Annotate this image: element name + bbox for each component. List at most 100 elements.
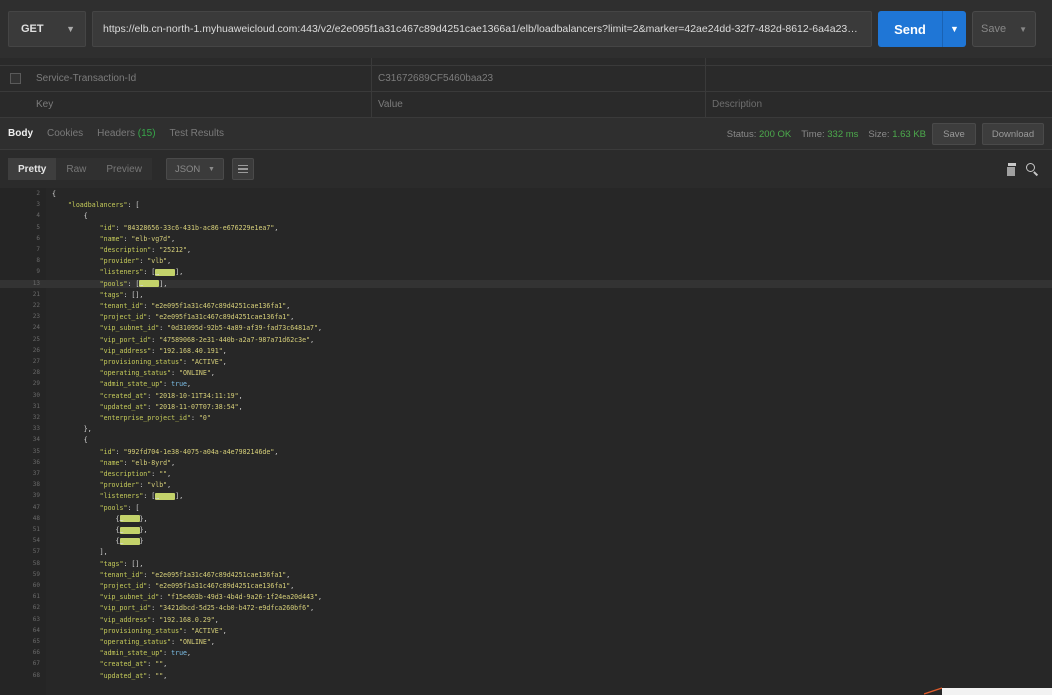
line-number: 35 [32, 447, 40, 455]
code-line: 38 "provider": "vlb", [0, 481, 1052, 489]
line-number: 60 [32, 582, 40, 589]
header-description-cell[interactable] [706, 66, 1052, 91]
line-number: 66 [32, 649, 40, 657]
response-actions [1006, 150, 1038, 188]
code-line: 61 "vip_subnet_id": "f15e603b-49d3-4b4d-… [0, 593, 1052, 601]
tab-body[interactable]: Body [8, 128, 33, 139]
code-line: 65 "operating_status": "ONLINE", [0, 638, 1052, 646]
code-line: 5 "id": "84328656-33c6-431b-ac86-e676229… [0, 224, 1052, 232]
mode-raw[interactable]: Raw [56, 158, 97, 180]
mode-pretty[interactable]: Pretty [8, 158, 57, 180]
save-request-button[interactable]: Save ▼ [972, 11, 1036, 47]
line-number: 67 [32, 660, 40, 668]
download-button[interactable]: Download [982, 123, 1044, 145]
code-text: "listeners": […], [99, 268, 184, 277]
code-text: "admin_state_up": true, [99, 649, 191, 658]
line-number: 28 [32, 369, 40, 377]
code-line: 33 }, [0, 425, 1052, 433]
code-line: 25 "vip_port_id": "47589068-2e31-440b-a2… [0, 336, 1052, 344]
line-number: 29 [32, 380, 40, 388]
tab-headers[interactable]: Headers (15) [97, 128, 155, 139]
chevron-down-icon: ▼ [208, 165, 215, 173]
mode-preview[interactable]: Preview [96, 158, 152, 180]
line-number: 26 [32, 346, 40, 354]
size-value: 1.63 KB [892, 128, 926, 140]
code-line: 62 "vip_port_id": "3421dbcd-5d25-4cb0-b4… [0, 604, 1052, 612]
code-line: 60 "project_id": "e2e095f1a31c467c89d425… [0, 582, 1052, 590]
code-line: 66 "admin_state_up": true, [0, 649, 1052, 657]
code-line: 27 "provisioning_status": "ACTIVE", [0, 358, 1052, 366]
size-label: Size: [868, 128, 890, 140]
scroll-indicator [924, 687, 1052, 695]
code-text: "operating_status": "ONLINE", [99, 369, 215, 378]
code-text: { [52, 190, 56, 198]
header-value-cell[interactable]: C31672689CF5460baa23 [372, 66, 706, 91]
table-row [0, 58, 1052, 66]
row-checkbox[interactable] [0, 66, 30, 91]
code-text: "pools": [ [99, 503, 140, 512]
time-value: 332 ms [827, 128, 859, 140]
code-text: "enterprise_project_id": "0" [99, 414, 211, 422]
line-number: 57 [32, 548, 40, 556]
line-number: 34 [32, 436, 40, 444]
send-label: Send [894, 21, 926, 37]
format-select[interactable]: JSON ▼ [165, 158, 224, 180]
tab-headers-count: (15) [137, 128, 156, 139]
code-line: 34 { [0, 436, 1052, 444]
code-line: 29 "admin_state_up": true, [0, 380, 1052, 388]
response-tabs: Body Cookies Headers (15) Test Results S… [0, 118, 1052, 150]
status-badge: 200 OK [759, 128, 792, 140]
wrap-lines-icon[interactable] [231, 158, 254, 180]
method-select[interactable]: GET ▼ [8, 11, 86, 47]
line-number: 25 [32, 335, 40, 343]
header-key-cell[interactable]: Service-Transaction-Id [30, 66, 372, 91]
code-line: 68 "updated_at": "", [0, 672, 1052, 680]
code-text: "vip_port_id": "3421dbcd-5d25-4cb0-b472-… [99, 604, 315, 613]
line-number: 39 [32, 492, 40, 500]
line-number: 63 [32, 615, 40, 623]
code-line: 23 "project_id": "e2e095f1a31c467c89d425… [0, 313, 1052, 321]
size-readout: Size: 1.63 KB [868, 129, 926, 140]
code-line: 67 "created_at": "", [0, 660, 1052, 668]
line-number: 38 [32, 481, 40, 489]
send-button[interactable]: Send ▼ [878, 11, 966, 47]
code-text: "tenant_id": "e2e095f1a31c467c89d4251cae… [99, 302, 291, 310]
code-text: "id": "992fd704-1e38-4075-a04a-a4e798214… [99, 447, 279, 456]
code-text: "description": "", [99, 470, 172, 478]
code-line: 63 "vip_address": "192.168.0.29", [0, 616, 1052, 624]
line-number: 51 [32, 526, 40, 533]
code-text: { [52, 436, 88, 445]
line-number: 68 [32, 671, 40, 679]
code-line: 6 "name": "elb-vg7d", [0, 235, 1052, 243]
code-text: "created_at": "2018-10-11T34:11:19", [99, 391, 243, 400]
code-text: "operating_status": "ONLINE", [99, 638, 215, 646]
tab-test-results[interactable]: Test Results [170, 128, 224, 139]
code-text: "project_id": "e2e095f1a31c467c89d4251ca… [99, 582, 295, 590]
code-text: ], [52, 548, 108, 557]
save-response-button[interactable]: Save [932, 123, 976, 145]
line-number: 59 [32, 570, 40, 578]
line-number: 65 [32, 638, 40, 645]
tab-cookies[interactable]: Cookies [47, 128, 83, 139]
code-line: 30 "created_at": "2018-10-11T34:11:19", [0, 392, 1052, 400]
line-number: 6 [36, 234, 40, 242]
line-number: 9 [36, 268, 40, 276]
code-text: "vip_port_id": "47589068-2e31-440b-a2a7-… [99, 335, 315, 344]
response-body-editor[interactable]: 2{3 "loadbalancers": [4 {5 "id": "843286… [0, 188, 1052, 695]
code-line: 2{ [0, 190, 1052, 198]
chevron-down-icon[interactable]: ▼ [942, 11, 966, 47]
line-number: 36 [32, 458, 40, 466]
new-description-input[interactable]: Description [706, 92, 1052, 117]
new-value-input[interactable]: Value [372, 92, 706, 117]
chevron-down-icon: ▼ [66, 24, 75, 34]
code-line: 39 "listeners": […], [0, 492, 1052, 501]
url-input[interactable]: https://elb.cn-north-1.myhuaweicloud.com… [92, 11, 872, 47]
code-line: 4 { [0, 212, 1052, 220]
code-text: "tenant_id": "e2e095f1a31c467c89d4251cae… [99, 570, 291, 579]
new-key-input[interactable]: Key [30, 92, 372, 117]
line-number: 33 [32, 425, 40, 433]
time-readout: Time: 332 ms [801, 129, 858, 140]
code-text: "provider": "vlb", [99, 257, 172, 266]
search-icon[interactable] [1026, 163, 1038, 175]
copy-icon[interactable] [1006, 163, 1016, 177]
